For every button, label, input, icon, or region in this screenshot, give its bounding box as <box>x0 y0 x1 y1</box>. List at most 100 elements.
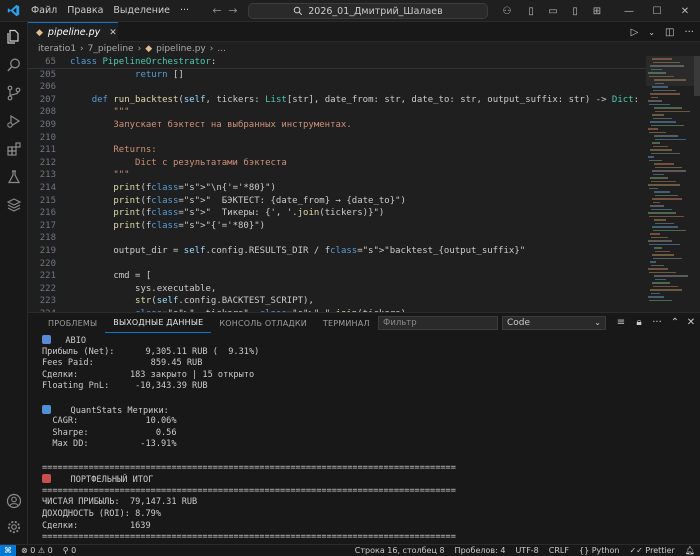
explorer-icon[interactable] <box>0 24 28 50</box>
account-icon[interactable] <box>0 488 28 514</box>
indentation[interactable]: Пробелов: 4 <box>450 546 511 555</box>
problems-status[interactable]: ⊗ 0 ⚠ 0 <box>16 546 58 555</box>
tab-debug-console[interactable]: КОНСОЛЬ ОТЛАДКИ <box>211 313 315 333</box>
remote-icon[interactable]: ⌘ <box>0 544 16 556</box>
settings-gear-icon[interactable] <box>0 514 28 540</box>
line-number: 213 <box>39 170 56 181</box>
encoding[interactable]: UTF-8 <box>510 546 543 555</box>
code-line[interactable]: 211 Returns: <box>28 144 646 157</box>
minimap-viewport[interactable] <box>646 56 694 86</box>
database-icon[interactable] <box>0 192 28 218</box>
code-line[interactable]: 214 print(fclass="s">"\n{'='*80}") <box>28 182 646 195</box>
ports-status[interactable]: ⚲ 0 <box>58 546 82 555</box>
code-line[interactable]: 217 print(fclass="s">"{'='*80}") <box>28 220 646 233</box>
workspace-name: 2026_01_Дмитрий_Шалаев <box>308 5 443 17</box>
output-filter-input[interactable]: Фильтр <box>378 316 498 330</box>
breadcrumb-item[interactable]: iteratio1 <box>38 44 76 54</box>
tab-terminal[interactable]: ТЕРМИНАЛ <box>315 313 378 333</box>
line-number: 217 <box>39 220 56 231</box>
layout-sidebar-icon[interactable]: ▯ <box>520 0 542 22</box>
code-line[interactable]: 207 def run_backtest(self, tickers: List… <box>28 94 646 107</box>
menu-selection[interactable]: Выделение <box>108 5 175 16</box>
minimize-icon[interactable]: — <box>618 0 640 22</box>
output-line: ABIO <box>42 335 86 347</box>
code-line[interactable]: 212 Dict с результатами бэктеста <box>28 157 646 170</box>
minimap-line <box>649 131 666 133</box>
output-view[interactable]: ABIO Прибыль (Net): 9,305.11 RUB ( 9.31%)… <box>28 333 700 545</box>
maximize-icon[interactable]: ☐ <box>646 0 668 22</box>
cursor-position[interactable]: Строка 16, столбец 8 <box>350 546 450 555</box>
back-arrow-icon[interactable]: ← <box>210 4 224 17</box>
code-line[interactable]: 209 Запускает бэктест на выбранных инстр… <box>28 119 646 132</box>
source-control-icon[interactable] <box>0 80 28 106</box>
sticky-scroll-line[interactable]: 65 class PipelineOrchestrator: <box>28 56 646 69</box>
breadcrumb-item[interactable]: pipeline.py <box>156 44 206 54</box>
tab-close-icon[interactable]: ✕ <box>109 28 117 38</box>
lock-scroll-icon[interactable]: 🔒︎ <box>632 316 646 330</box>
minimap-line <box>653 229 686 231</box>
minimap[interactable] <box>646 56 694 312</box>
testing-flask-icon[interactable] <box>0 164 28 190</box>
layout-secondary-icon[interactable]: ▯ <box>564 0 586 22</box>
code-text: return [] <box>135 69 184 80</box>
code-line[interactable]: 218 <box>28 232 646 245</box>
tab-problems[interactable]: ПРОБЛЕМЫ <box>40 313 105 333</box>
code-line[interactable]: 205 return [] <box>28 69 646 82</box>
code-line[interactable]: 223 str(self.config.BACKTEST_SCRIPT), <box>28 295 646 308</box>
code-line[interactable]: 210 <box>28 132 646 145</box>
tab-output[interactable]: ВЫХОДНЫЕ ДАННЫЕ <box>105 313 212 333</box>
chevron-down-icon[interactable]: ⌄ <box>648 28 655 37</box>
output-line: ========================================… <box>42 532 456 543</box>
code-line[interactable]: 213 """ <box>28 169 646 182</box>
error-icon: ⊗ <box>21 546 28 555</box>
code-line[interactable]: 215 print(fclass="s">" БЭКТЕСТ: {date_fr… <box>28 195 646 208</box>
line-number: 209 <box>39 120 56 130</box>
menu-edit[interactable]: Правка <box>62 5 108 16</box>
maximize-panel-icon[interactable]: ⌃ <box>668 316 682 330</box>
breadcrumb-item[interactable]: ... <box>217 44 226 54</box>
output-channel-select[interactable]: Code ⌄ <box>502 316 606 330</box>
run-debug-icon[interactable] <box>0 108 28 134</box>
chevron-icon <box>42 335 51 344</box>
minimap-line <box>650 233 660 235</box>
minimap-line <box>652 226 678 228</box>
end-of-line[interactable]: CRLF <box>544 546 574 555</box>
more-actions-icon[interactable]: ··· <box>650 316 664 330</box>
code-line[interactable]: 216 print(fclass="s">" Тикеры: {', '.joi… <box>28 207 646 220</box>
minimap-line <box>653 145 668 147</box>
code-editor[interactable]: 65 class PipelineOrchestrator: 205 retur… <box>28 56 646 312</box>
more-actions-icon[interactable]: ··· <box>684 27 694 38</box>
minimap-line <box>651 96 658 98</box>
prettier-status[interactable]: ✓✓ Prettier <box>624 546 679 555</box>
breadcrumb-item[interactable]: 7_pipeline <box>88 44 134 54</box>
split-editor-icon[interactable]: ◫ <box>665 27 674 38</box>
close-icon[interactable]: ✕ <box>674 0 696 22</box>
close-panel-icon[interactable]: ✕ <box>684 316 698 330</box>
search-icon[interactable] <box>0 52 28 78</box>
tab-pipeline-py[interactable]: ◆ pipeline.py ✕ <box>28 22 118 42</box>
code-line[interactable]: 219 output_dir = self.config.RESULTS_DIR… <box>28 245 646 258</box>
clear-output-icon[interactable]: ≡ <box>614 316 628 330</box>
code-line[interactable]: 222 sys.executable, <box>28 283 646 296</box>
menu-more[interactable]: ··· <box>175 5 194 16</box>
editor-scrollbar[interactable] <box>694 56 700 312</box>
breadcrumb: iteratio1 › 7_pipeline › ◆ pipeline.py ›… <box>28 42 700 56</box>
language-mode[interactable]: {} Python <box>574 546 624 555</box>
minimap-line <box>655 166 682 168</box>
run-file-icon[interactable]: ▷ <box>631 27 639 38</box>
copilot-icon[interactable]: ⚇ <box>496 0 518 22</box>
output-line: Сделки: 183 закрыто | 15 открыто <box>42 369 255 380</box>
notifications-bell-icon[interactable]: 🔔︎ <box>680 546 700 555</box>
code-line[interactable]: 206 <box>28 81 646 94</box>
layout-panel-icon[interactable]: ▭ <box>542 0 564 22</box>
output-line: Сделки: 1639 <box>42 520 151 531</box>
code-line[interactable]: 221 cmd = [ <box>28 270 646 283</box>
extensions-icon[interactable] <box>0 136 28 162</box>
menu-file[interactable]: Файл <box>26 5 62 16</box>
forward-arrow-icon[interactable]: → <box>226 4 240 17</box>
code-line[interactable]: 220 <box>28 258 646 271</box>
command-center-search[interactable]: 2026_01_Дмитрий_Шалаев <box>248 3 488 19</box>
line-number: 210 <box>39 132 56 143</box>
code-line[interactable]: 208 """ <box>28 106 646 119</box>
customize-layout-icon[interactable]: ⊞ <box>586 0 608 22</box>
